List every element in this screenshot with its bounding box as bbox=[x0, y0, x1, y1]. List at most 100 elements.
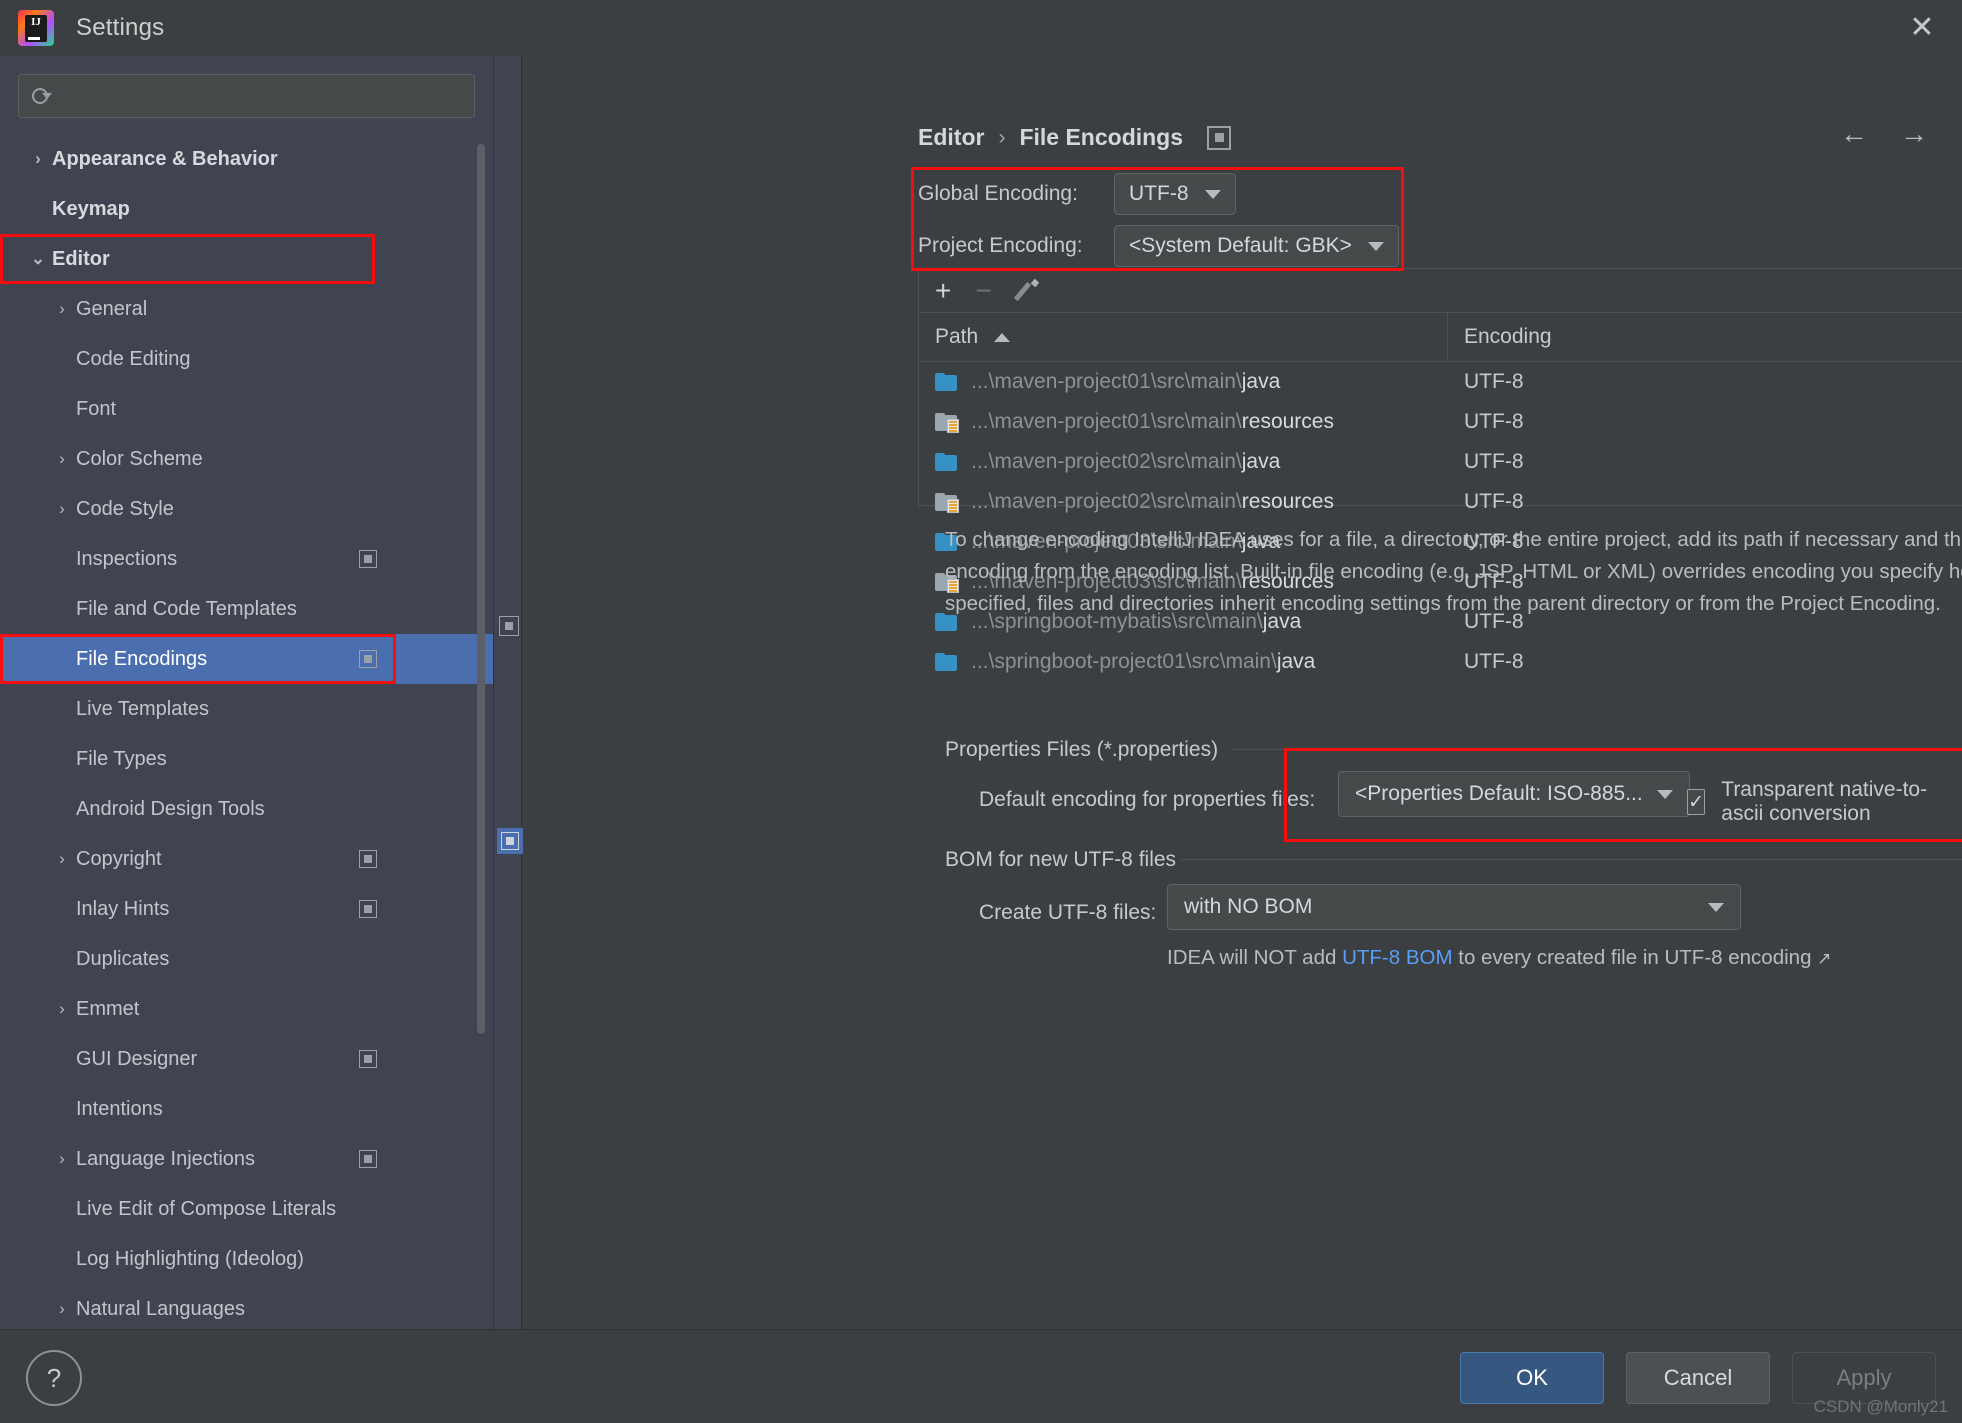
chevron-right-icon[interactable]: › bbox=[48, 449, 76, 469]
table-row[interactable]: ...\maven-project01\src\main\resources UT… bbox=[919, 402, 1962, 442]
sidebar-item-code-editing[interactable]: Code Editing bbox=[0, 334, 493, 384]
column-header-encoding-label: Encoding bbox=[1464, 325, 1552, 348]
sidebar-item-language-injections[interactable]: › Language Injections bbox=[0, 1134, 493, 1184]
path-text: ...\maven-project01\src\main\java bbox=[971, 370, 1281, 393]
sidebar-item-android-design-tools[interactable]: Android Design Tools bbox=[0, 784, 493, 834]
sidebar-item-label: File and Code Templates bbox=[76, 597, 297, 620]
properties-default-encoding-value: <Properties Default: ISO-885... bbox=[1355, 782, 1643, 805]
sidebar-item-copyright[interactable]: › Copyright bbox=[0, 834, 493, 884]
splitter-collapse-icon[interactable] bbox=[499, 616, 519, 636]
chevron-down-icon[interactable]: ⌄ bbox=[24, 249, 52, 269]
back-arrow-icon[interactable]: ← bbox=[1840, 118, 1868, 150]
sidebar-item-inspections[interactable]: Inspections bbox=[0, 534, 493, 584]
search-input[interactable] bbox=[59, 85, 462, 107]
sidebar-item-label: Inlay Hints bbox=[76, 897, 170, 920]
table-cell-encoding: UTF-8 bbox=[1464, 490, 1524, 513]
sidebar-item-appearance-behavior[interactable]: › Appearance & Behavior bbox=[0, 134, 493, 184]
project-scope-icon bbox=[359, 850, 377, 868]
sidebar-item-editor[interactable]: ⌄ Editor bbox=[0, 234, 493, 284]
create-utf8-files-dropdown[interactable]: with NO BOM bbox=[1167, 884, 1741, 930]
settings-dialog: IJ Settings ✕ › Appearance & Behavior Keym… bbox=[0, 0, 1962, 1423]
breadcrumb-leaf: File Encodings bbox=[1019, 124, 1184, 150]
chevron-right-icon[interactable]: › bbox=[48, 999, 76, 1019]
table-cell-path: ...\maven-project02\src\main\java bbox=[919, 450, 1448, 474]
chevron-right-icon[interactable]: › bbox=[48, 1299, 76, 1319]
search-icon bbox=[31, 86, 52, 106]
panel-splitter[interactable] bbox=[494, 56, 523, 1329]
external-link-icon[interactable]: ↗ bbox=[1817, 949, 1831, 968]
transparent-conversion-row[interactable]: ✓ Transparent native-to-ascii conversion bbox=[1687, 778, 1962, 826]
global-encoding-dropdown[interactable]: UTF-8 bbox=[1114, 173, 1236, 215]
table-row[interactable]: ...\maven-project02\src\main\resources UT… bbox=[919, 482, 1962, 522]
search-area bbox=[0, 56, 493, 118]
sidebar-item-label: Live Edit of Compose Literals bbox=[76, 1197, 337, 1220]
sidebar-item-live-edit-of-compose-literals[interactable]: Live Edit of Compose Literals bbox=[0, 1184, 493, 1234]
dialog-body: › Appearance & Behavior Keymap ⌄ Editor › Gene… bbox=[0, 56, 1962, 1329]
sidebar-item-file-encodings[interactable]: File Encodings bbox=[0, 634, 493, 684]
sidebar-item-file-types[interactable]: File Types bbox=[0, 734, 493, 784]
add-path-button[interactable]: + bbox=[935, 277, 951, 305]
sidebar-item-emmet[interactable]: › Emmet bbox=[0, 984, 493, 1034]
sidebar-item-log-highlighting-ideolog[interactable]: Log Highlighting (Ideolog) bbox=[0, 1234, 493, 1284]
encodings-table: Path Encoding ...\maven-project01\src\ma… bbox=[918, 312, 1962, 673]
sidebar-item-live-templates[interactable]: Live Templates bbox=[0, 684, 493, 734]
cancel-button[interactable]: Cancel bbox=[1626, 1352, 1770, 1404]
settings-scope-icon[interactable] bbox=[1207, 125, 1232, 150]
search-box[interactable] bbox=[18, 74, 475, 118]
remove-path-button[interactable]: − bbox=[975, 277, 991, 305]
splitter-expand-icon[interactable] bbox=[497, 828, 523, 854]
sidebar-item-intentions[interactable]: Intentions bbox=[0, 1084, 493, 1134]
sidebar-item-general[interactable]: › General bbox=[0, 284, 493, 334]
chevron-right-icon[interactable]: › bbox=[48, 849, 76, 869]
column-header-encoding[interactable]: Encoding bbox=[1448, 325, 1552, 349]
main-content: Editor › File Encodings ← → Global Encod… bbox=[521, 56, 1962, 1329]
resources-folder-icon bbox=[935, 493, 959, 513]
breadcrumb-separator-icon: › bbox=[998, 125, 1006, 149]
forward-arrow-icon[interactable]: → bbox=[1900, 118, 1928, 150]
utf8-bom-link[interactable]: UTF-8 BOM bbox=[1342, 946, 1452, 969]
table-row[interactable]: ...\springboot-project01\src\main\java UT… bbox=[919, 642, 1962, 682]
column-header-path[interactable]: Path bbox=[919, 313, 1448, 361]
sidebar-item-label: Intentions bbox=[76, 1097, 163, 1120]
title-bar: IJ Settings ✕ bbox=[0, 0, 1962, 57]
properties-default-encoding-dropdown[interactable]: <Properties Default: ISO-885... bbox=[1338, 771, 1690, 817]
table-row[interactable]: ...\maven-project02\src\main\java UTF-8 bbox=[919, 442, 1962, 482]
sidebar-item-keymap[interactable]: Keymap bbox=[0, 184, 493, 234]
sidebar-item-inlay-hints[interactable]: Inlay Hints bbox=[0, 884, 493, 934]
sidebar-item-label: Font bbox=[76, 397, 117, 420]
pencil-icon[interactable] bbox=[1013, 278, 1042, 304]
encoding-description: To change encoding IntelliJ IDEA uses fo… bbox=[945, 528, 1962, 615]
properties-files-divider bbox=[1231, 749, 1962, 750]
sidebar-item-label: Android Design Tools bbox=[76, 797, 265, 820]
transparent-conversion-checkbox[interactable]: ✓ bbox=[1687, 789, 1706, 815]
chevron-right-icon[interactable]: › bbox=[48, 1149, 76, 1169]
sidebar-item-font[interactable]: Font bbox=[0, 384, 493, 434]
chevron-right-icon[interactable]: › bbox=[48, 499, 76, 519]
sidebar-scrollbar-thumb[interactable] bbox=[477, 144, 485, 1034]
breadcrumb-root[interactable]: Editor bbox=[918, 124, 984, 151]
sidebar-item-label: Appearance & Behavior bbox=[52, 147, 278, 170]
checkmark-icon: ✓ bbox=[1688, 791, 1705, 813]
resources-folder-icon bbox=[935, 413, 959, 433]
sidebar-item-color-scheme[interactable]: › Color Scheme bbox=[0, 434, 493, 484]
project-encoding-dropdown[interactable]: <System Default: GBK> bbox=[1114, 225, 1399, 267]
sidebar-item-natural-languages[interactable]: › Natural Languages bbox=[0, 1284, 493, 1329]
sidebar-item-file-and-code-templates[interactable]: File and Code Templates bbox=[0, 584, 493, 634]
chevron-right-icon[interactable]: › bbox=[48, 299, 76, 319]
navigation-arrows: ← → bbox=[1840, 118, 1928, 150]
close-icon[interactable]: ✕ bbox=[1902, 8, 1942, 48]
global-encoding-label: Global Encoding: bbox=[918, 182, 1078, 205]
sidebar-item-gui-designer[interactable]: GUI Designer bbox=[0, 1034, 493, 1084]
table-row[interactable]: ...\maven-project01\src\main\java UTF-8 bbox=[919, 362, 1962, 402]
chevron-right-icon[interactable]: › bbox=[24, 149, 52, 169]
sidebar-item-duplicates[interactable]: Duplicates bbox=[0, 934, 493, 984]
window-title: Settings bbox=[76, 14, 165, 41]
bom-group-title: BOM for new UTF-8 files bbox=[945, 848, 1189, 872]
project-scope-icon bbox=[359, 1150, 377, 1168]
project-scope-icon bbox=[359, 1050, 377, 1068]
sidebar-item-code-style[interactable]: › Code Style bbox=[0, 484, 493, 534]
column-header-path-label: Path bbox=[935, 325, 979, 348]
transparent-conversion-label: Transparent native-to-ascii conversion bbox=[1721, 778, 1928, 825]
help-button[interactable]: ? bbox=[26, 1350, 82, 1406]
ok-button[interactable]: OK bbox=[1460, 1352, 1604, 1404]
